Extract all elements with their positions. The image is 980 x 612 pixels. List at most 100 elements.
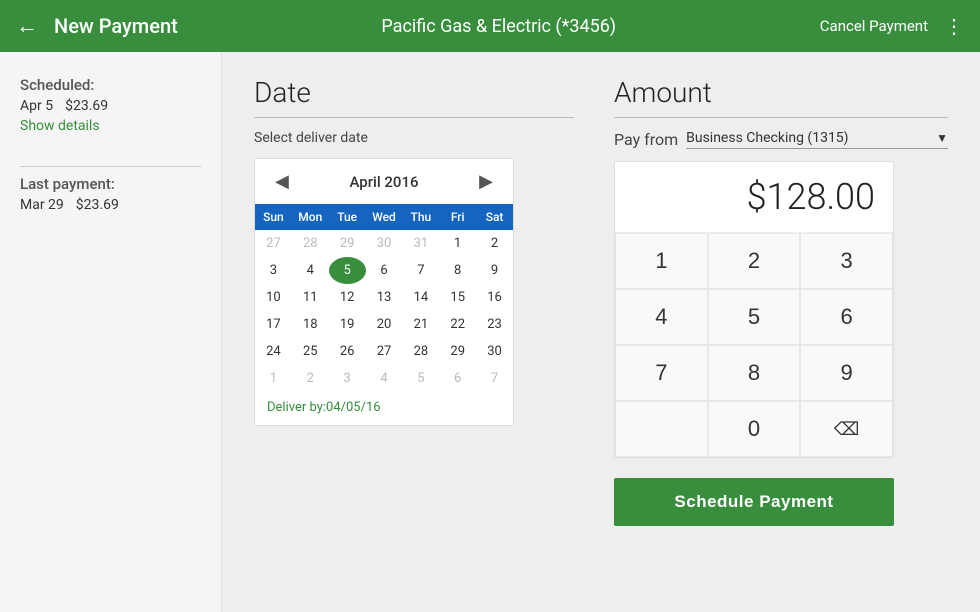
weekday-mon: Mon [292,204,329,230]
main-content: Scheduled: Apr 5 $23.69 Show details Las… [0,52,980,612]
calendar-day[interactable]: 2 [476,230,513,257]
calendar-day[interactable]: 4 [366,365,403,392]
pay-from-label: Pay from [614,130,678,149]
calendar-day[interactable]: 23 [476,311,513,338]
numpad-2[interactable]: 2 [708,233,801,289]
date-section: Date Select deliver date ◀ April 2016 ▶ … [254,76,574,588]
calendar-day[interactable]: 7 [476,365,513,392]
calendar-day[interactable]: 24 [255,338,292,365]
header: ← New Payment Pacific Gas & Electric (*3… [0,0,980,52]
payee-title: Pacific Gas & Electric (*3456) [178,16,820,37]
calendar-day[interactable]: 2 [292,365,329,392]
scheduled-amount: $23.69 [65,98,108,114]
numpad-4[interactable]: 4 [615,289,708,345]
numpad-1[interactable]: 1 [615,233,708,289]
calendar-day[interactable]: 1 [439,230,476,257]
scheduled-row: Apr 5 $23.69 [20,98,201,114]
calendar-day[interactable]: 13 [366,284,403,311]
numpad-6[interactable]: 6 [800,289,893,345]
show-details-link[interactable]: Show details [20,118,201,134]
calendar-header: ◀ April 2016 ▶ [255,159,513,204]
calendar-day[interactable]: 28 [292,230,329,257]
calendar-day[interactable]: 4 [292,257,329,284]
calendar-day[interactable]: 31 [402,230,439,257]
numpad-5[interactable]: 5 [708,289,801,345]
calendar: ◀ April 2016 ▶ Sun Mon Tue Wed Thu Fri S [254,158,514,426]
dropdown-arrow-icon: ▼ [936,131,948,145]
account-value: Business Checking (1315) [686,130,936,146]
amount-divider [614,117,948,118]
weekday-tue: Tue [329,204,366,230]
amount-display: $128.00 [615,162,893,233]
calendar-day[interactable]: 27 [255,230,292,257]
calendar-day[interactable]: 5 [329,257,366,284]
calendar-day[interactable]: 30 [366,230,403,257]
numpad-backspace[interactable]: ⌫ [800,401,893,457]
numpad-8[interactable]: 8 [708,345,801,401]
calendar-day[interactable]: 8 [439,257,476,284]
last-payment-label: Last payment: [20,175,201,193]
last-payment-section: Last payment: Mar 29 $23.69 [20,175,201,213]
calendar-day[interactable]: 6 [366,257,403,284]
calendar-weekday-row: Sun Mon Tue Wed Thu Fri Sat [255,204,513,230]
calendar-day[interactable]: 14 [402,284,439,311]
next-month-button[interactable]: ▶ [471,169,501,194]
calendar-day[interactable]: 3 [329,365,366,392]
select-date-label: Select deliver date [254,130,574,146]
page-title: New Payment [54,14,178,38]
sidebar-divider [20,166,201,167]
calendar-day[interactable]: 10 [255,284,292,311]
amount-title: Amount [614,76,948,109]
calendar-day[interactable]: 26 [329,338,366,365]
calendar-day[interactable]: 5 [402,365,439,392]
calendar-day[interactable]: 19 [329,311,366,338]
calendar-week-row: 24252627282930 [255,338,513,365]
calendar-week-row: 3456789 [255,257,513,284]
calendar-day[interactable]: 29 [439,338,476,365]
calendar-day[interactable]: 22 [439,311,476,338]
calendar-day[interactable]: 21 [402,311,439,338]
calendar-day[interactable]: 15 [439,284,476,311]
calendar-day[interactable]: 17 [255,311,292,338]
calendar-day[interactable]: 7 [402,257,439,284]
calendar-day[interactable]: 9 [476,257,513,284]
schedule-payment-button[interactable]: Schedule Payment [614,478,894,526]
more-options-icon[interactable]: ⋮ [944,14,964,38]
content-area: Date Select deliver date ◀ April 2016 ▶ … [222,52,980,612]
last-payment-date: Mar 29 [20,197,64,213]
calendar-day[interactable]: 30 [476,338,513,365]
calendar-week-row: 10111213141516 [255,284,513,311]
cancel-payment-button[interactable]: Cancel Payment [820,17,928,35]
calendar-day[interactable]: 18 [292,311,329,338]
header-actions: Cancel Payment ⋮ [820,14,964,38]
numpad-3[interactable]: 3 [800,233,893,289]
numpad-0[interactable]: 0 [708,401,801,457]
numpad-grid: 1 2 3 4 5 6 7 8 9 0 ⌫ [615,233,893,457]
calendar-day[interactable]: 6 [439,365,476,392]
calendar-week-row: 1234567 [255,365,513,392]
calendar-day[interactable]: 20 [366,311,403,338]
weekday-sun: Sun [255,204,292,230]
calendar-day[interactable]: 28 [402,338,439,365]
calendar-day[interactable]: 29 [329,230,366,257]
calendar-day[interactable]: 1 [255,365,292,392]
calendar-day[interactable]: 11 [292,284,329,311]
amount-section: Amount Pay from Business Checking (1315)… [614,76,948,588]
calendar-day[interactable]: 12 [329,284,366,311]
prev-month-button[interactable]: ◀ [267,169,297,194]
calendar-day[interactable]: 27 [366,338,403,365]
calendar-day[interactable]: 16 [476,284,513,311]
calendar-day[interactable]: 3 [255,257,292,284]
numpad-9[interactable]: 9 [800,345,893,401]
numpad-container: $128.00 1 2 3 4 5 6 7 8 9 0 ⌫ [614,161,894,458]
sidebar: Scheduled: Apr 5 $23.69 Show details Las… [0,52,222,612]
back-button[interactable]: ← [16,13,38,39]
scheduled-label: Scheduled: [20,76,201,94]
calendar-day[interactable]: 25 [292,338,329,365]
weekday-thu: Thu [402,204,439,230]
calendar-week-row: 272829303112 [255,230,513,257]
last-payment-amount: $23.69 [76,197,119,213]
account-dropdown[interactable]: Business Checking (1315) ▼ [686,130,948,149]
numpad-7[interactable]: 7 [615,345,708,401]
weekday-wed: Wed [366,204,403,230]
